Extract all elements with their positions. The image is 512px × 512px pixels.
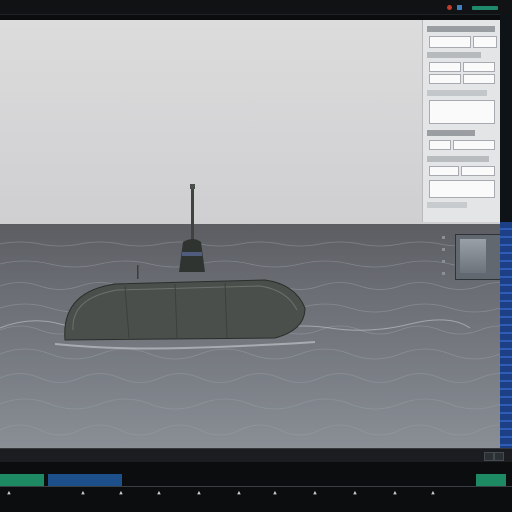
marker-icon: [442, 248, 445, 251]
top-menu-bar: [0, 0, 512, 15]
status-cell[interactable]: [484, 452, 494, 461]
status-cell[interactable]: [494, 452, 504, 461]
keyframe-icon[interactable]: ▴: [312, 488, 318, 498]
keyframe-icon[interactable]: ▴: [392, 488, 398, 498]
scene-thumbnail[interactable]: [455, 234, 501, 280]
modifier-header: [427, 130, 475, 136]
rotation-y-field[interactable]: [463, 74, 495, 84]
right-edge: [500, 14, 512, 222]
physics-header: [427, 156, 489, 162]
type-dropdown[interactable]: [473, 36, 497, 48]
rotation-x-field[interactable]: [429, 74, 461, 84]
location-x-field[interactable]: [429, 62, 461, 72]
keyframe-icon[interactable]: ▴: [80, 488, 86, 498]
keyframe-icon[interactable]: ▴: [430, 488, 436, 498]
modifier-field[interactable]: [429, 140, 451, 150]
settings-block[interactable]: [429, 180, 495, 198]
material-header: [427, 90, 487, 96]
timeline-track-green-right[interactable]: [476, 474, 506, 486]
view-icon[interactable]: [457, 5, 462, 10]
submarine-model[interactable]: [55, 180, 315, 350]
marker-icon: [442, 272, 445, 275]
marker-icon: [442, 260, 445, 263]
mass-field[interactable]: [429, 166, 459, 176]
render-indicator[interactable]: [472, 6, 498, 10]
keyframe-icon[interactable]: ▴: [272, 488, 278, 498]
properties-panel[interactable]: [422, 20, 501, 222]
keyframe-icon[interactable]: ▴: [6, 488, 12, 498]
vertical-scrollbar[interactable]: [500, 222, 512, 450]
keyframe-icon[interactable]: ▴: [118, 488, 124, 498]
timeline-track-blue[interactable]: [48, 474, 122, 486]
modifier-value[interactable]: [453, 140, 495, 150]
material-preview[interactable]: [429, 100, 495, 124]
status-bar: [0, 448, 512, 463]
name-field[interactable]: [429, 36, 471, 48]
timeline-track-green[interactable]: [0, 474, 44, 486]
location-y-field[interactable]: [463, 62, 495, 72]
friction-field[interactable]: [461, 166, 495, 176]
footer-row: [427, 202, 467, 208]
record-icon[interactable]: [447, 5, 452, 10]
keyframe-icon[interactable]: ▴: [352, 488, 358, 498]
keyframe-icon[interactable]: ▴: [236, 488, 242, 498]
transform-header: [427, 52, 481, 58]
marker-icon: [442, 236, 445, 239]
keyframe-icon[interactable]: ▴: [196, 488, 202, 498]
panel-header: [427, 26, 495, 32]
keyframe-icon[interactable]: ▴: [156, 488, 162, 498]
